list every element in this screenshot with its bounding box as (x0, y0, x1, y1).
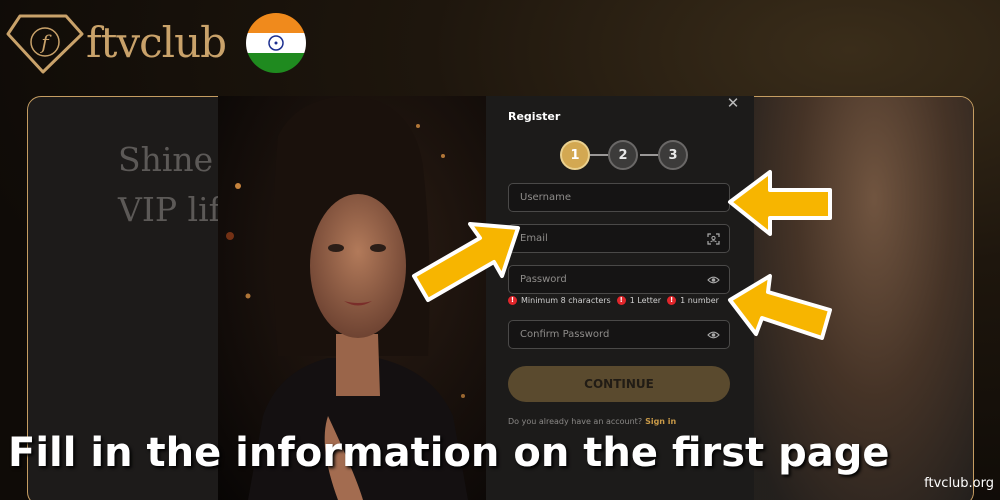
register-title: Register (508, 110, 561, 123)
india-flag-icon (246, 13, 306, 73)
password-placeholder: Password (520, 274, 567, 285)
background-headline-line-2: VIP lif (118, 190, 221, 229)
confirm-password-placeholder: Confirm Password (520, 329, 610, 340)
error-icon: ! (616, 296, 626, 305)
step-connector (590, 154, 608, 156)
diamond-logo-icon: f (6, 14, 84, 74)
step-2: 2 (608, 140, 638, 170)
password-input[interactable]: Password (508, 265, 730, 294)
scan-icon[interactable] (707, 233, 720, 245)
signin-prompt: Do you already have an account? Sign in (508, 417, 676, 426)
arrow-to-password-icon (728, 274, 832, 340)
arrow-to-username-icon (728, 170, 832, 236)
step-1: 1 (560, 140, 590, 170)
step-connector (640, 154, 658, 156)
background-headline: Shine VIP lif (118, 135, 221, 235)
confirm-password-input[interactable]: Confirm Password (508, 320, 730, 349)
password-hint: ! Minimum 8 characters (508, 296, 611, 305)
signin-link[interactable]: Sign in (645, 417, 676, 426)
password-hint: ! 1 Letter (616, 296, 662, 305)
password-hint-text: Minimum 8 characters (521, 296, 611, 305)
close-icon[interactable]: ✕ (726, 96, 740, 111)
password-hint-text: 1 number (680, 296, 719, 305)
brand-logo: f ftvclub (6, 12, 306, 74)
password-hint-text: 1 Letter (629, 296, 662, 305)
password-hint: ! 1 number (667, 296, 719, 305)
step-3: 3 (658, 140, 688, 170)
continue-button[interactable]: CONTINUE (508, 366, 730, 402)
password-requirements: ! Minimum 8 characters ! 1 Letter ! 1 nu… (508, 296, 725, 305)
username-placeholder: Username (520, 192, 571, 203)
email-placeholder: Email (520, 233, 548, 244)
background-headline-line-1: Shine (118, 140, 214, 179)
eye-icon[interactable] (707, 329, 720, 341)
signin-prompt-text: Do you already have an account? (508, 417, 643, 426)
email-input[interactable]: Email (508, 224, 730, 253)
brand-name: ftvclub (86, 18, 227, 67)
username-input[interactable]: Username (508, 183, 730, 212)
watermark: ftvclub.org (924, 476, 994, 491)
eye-icon[interactable] (707, 274, 720, 286)
logo-mark-letter: f (39, 30, 52, 54)
arrow-to-email-icon (412, 222, 520, 302)
caption: Fill in the information on the first pag… (8, 430, 890, 476)
error-icon: ! (667, 296, 677, 305)
